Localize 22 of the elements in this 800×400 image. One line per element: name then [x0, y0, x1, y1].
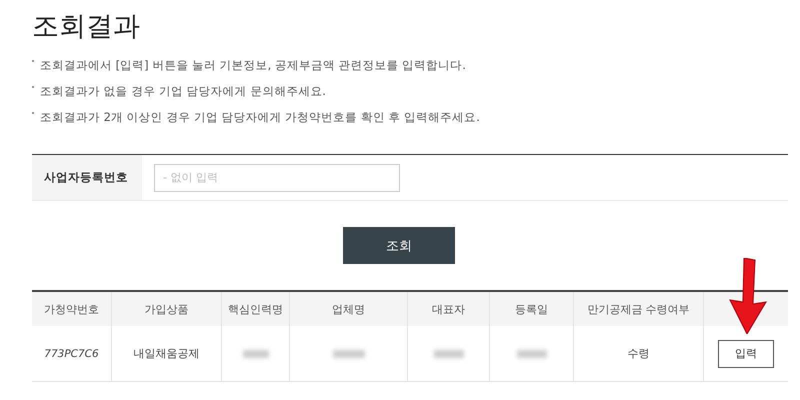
table-cell: 내일채움공제	[112, 326, 222, 381]
field-label: 사업자등록번호	[32, 155, 142, 200]
search-button[interactable]: 조회	[343, 227, 455, 264]
column-header: 등록일	[490, 292, 574, 326]
column-header: 핵심인력명	[222, 292, 290, 326]
business-number-field[interactable]: - 없이 입력	[154, 164, 400, 192]
blurred-text-placeholder	[434, 350, 464, 358]
notice-text: 조회결과에서 [입력] 버튼을 눌러 기본정보, 공제부금액 관련정보를 입력합니다.	[40, 58, 466, 72]
page-title: 조회결과	[32, 10, 141, 44]
column-header: 대표자	[408, 292, 490, 326]
column-header: 가입상품	[112, 292, 222, 326]
table-cell: 수령	[574, 326, 704, 381]
blurred-text-placeholder	[242, 350, 268, 358]
column-header: 업체명	[290, 292, 408, 326]
notice-text: 조회결과가 2개 이상인 경우 기업 담당자에게 가청약번호를 확인 후 입력해주세요.	[40, 110, 480, 124]
blurred-text-placeholder	[332, 350, 364, 358]
input-button[interactable]: 입력	[718, 340, 774, 368]
blurred-text-placeholder	[516, 350, 546, 358]
column-header: 만기공제금 수령여부	[574, 292, 704, 326]
table-cell: 773PC7C6	[32, 326, 112, 381]
notice-text: 조회결과가 없을 경우 기업 담당자에게 문의해주세요.	[40, 84, 326, 98]
column-header: 가청약번호	[32, 292, 112, 326]
